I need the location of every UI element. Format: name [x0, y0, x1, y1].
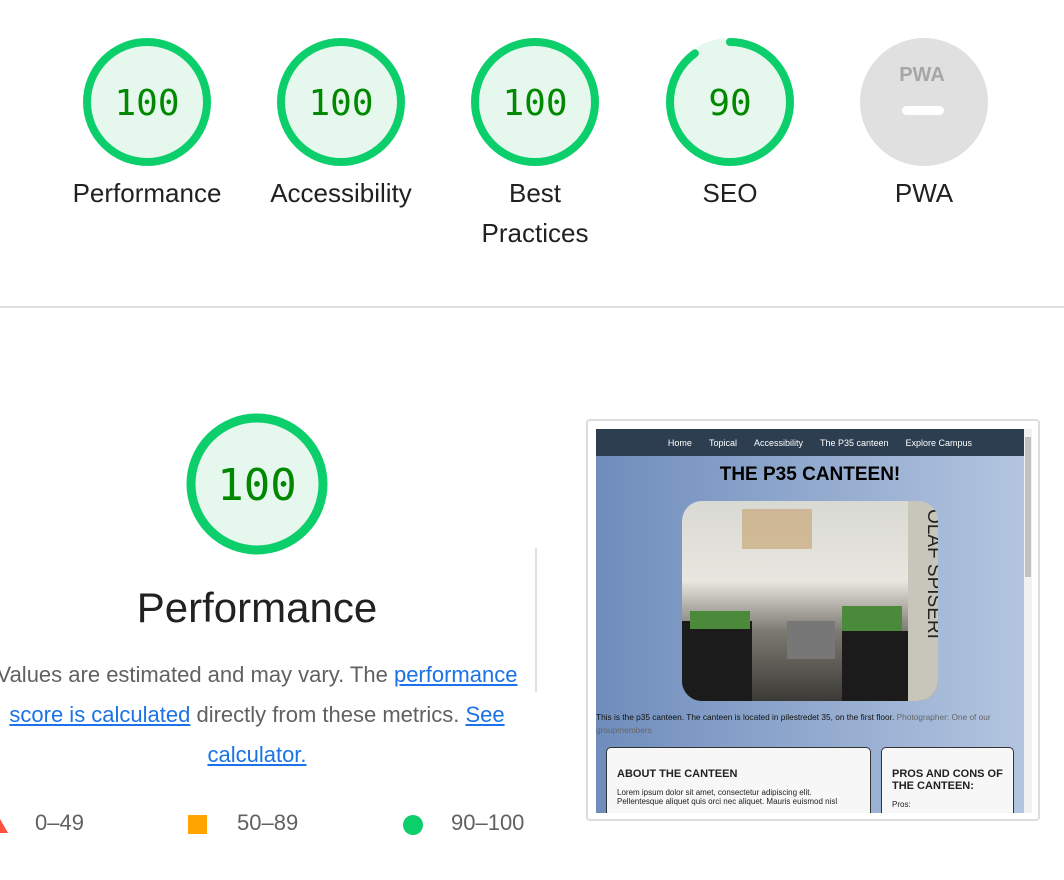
nav-accessibility: Accessibility	[753, 437, 803, 448]
gauge-label: Best Practices	[481, 178, 589, 248]
nav-home: Home	[667, 437, 692, 448]
pwa-badge: PWA	[860, 38, 988, 166]
desc-text-2: directly from these metrics.	[190, 702, 466, 727]
square-icon	[188, 815, 207, 834]
pros-text: Pros:	[892, 800, 911, 809]
nav-topical: Topical	[708, 437, 737, 448]
gauge-score: 100	[114, 83, 179, 124]
gauge-seo[interactable]: 90 SEO	[633, 37, 827, 213]
divider	[0, 306, 1064, 308]
nav-explore: Explore Campus	[905, 437, 973, 448]
pwa-dash-icon	[902, 106, 944, 115]
gauge-ring: 90	[666, 38, 794, 166]
gauge-accessibility[interactable]: 100 Accessibility	[244, 37, 438, 213]
performance-title: Performance	[136, 584, 378, 631]
about-card: ABOUT THE CANTEEN Lorem ipsum dolor sit …	[606, 747, 871, 813]
final-screenshot[interactable]: Home Topical Accessibility The P35 cante…	[586, 419, 1040, 821]
site-title: THE P35 CANTEEN!	[719, 464, 901, 485]
gauge-label: SEO	[702, 178, 758, 208]
gauge-best-practices[interactable]: 100 Best Practices	[438, 37, 632, 253]
circle-icon	[403, 815, 423, 835]
screenshot-page: Home Topical Accessibility The P35 cante…	[596, 429, 1024, 813]
about-text: Lorem ipsum dolor sit amet, consectetur …	[617, 788, 838, 806]
performance-description: Values are estimated and may vary. The p…	[0, 655, 537, 775]
pwa-logo: PWA	[899, 64, 945, 86]
gauge-score: 90	[708, 83, 751, 124]
legend-average-label: 50–89	[237, 810, 299, 835]
photo-sign: OLAF SPISERI	[923, 509, 938, 639]
site-nav: Home Topical Accessibility The P35 cante…	[596, 429, 1024, 456]
vertical-divider	[535, 548, 537, 692]
scrollbar-thumb[interactable]	[1025, 437, 1031, 577]
gauge-ring: 100	[471, 38, 599, 166]
triangle-icon	[0, 819, 8, 833]
gauge-score: 100	[502, 83, 567, 124]
gauge-ring: 100	[186, 413, 328, 555]
pros-cons-card: PROS AND CONS OF THE CANTEEN: Pros:	[881, 747, 1014, 813]
performance-gauge-large[interactable]: 100	[157, 410, 357, 563]
legend-fail-icon	[0, 814, 8, 840]
gauge-label: Accessibility	[270, 178, 412, 208]
nav-p35: The P35 canteen	[819, 437, 889, 448]
canteen-photo: OLAF SPISERI	[682, 501, 938, 701]
gauge-label: PWA	[894, 178, 954, 208]
gauge-pwa[interactable]: PWA PWA	[827, 37, 1021, 213]
legend-fail-label: 0–49	[35, 810, 84, 835]
gauge-label: Performance	[72, 178, 222, 208]
about-title: ABOUT THE CANTEEN	[617, 768, 738, 780]
legend-pass-label: 90–100	[451, 810, 525, 835]
gauge-ring: 100	[83, 38, 211, 166]
caption-text: This is the p35 canteen. The canteen is …	[596, 712, 897, 722]
gauge-score: 100	[308, 83, 373, 124]
pros-cons-title: PROS AND CONS OF THE CANTEEN:	[892, 768, 1003, 792]
performance-score-large: 100	[217, 460, 296, 511]
gauge-ring: 100	[277, 38, 405, 166]
desc-text: Values are estimated and may vary. The	[0, 662, 394, 687]
screenshot-scrollbar[interactable]	[1024, 429, 1032, 813]
gauge-performance[interactable]: 100 Performance	[50, 37, 244, 213]
photo-caption: This is the p35 canteen. The canteen is …	[596, 711, 1024, 737]
